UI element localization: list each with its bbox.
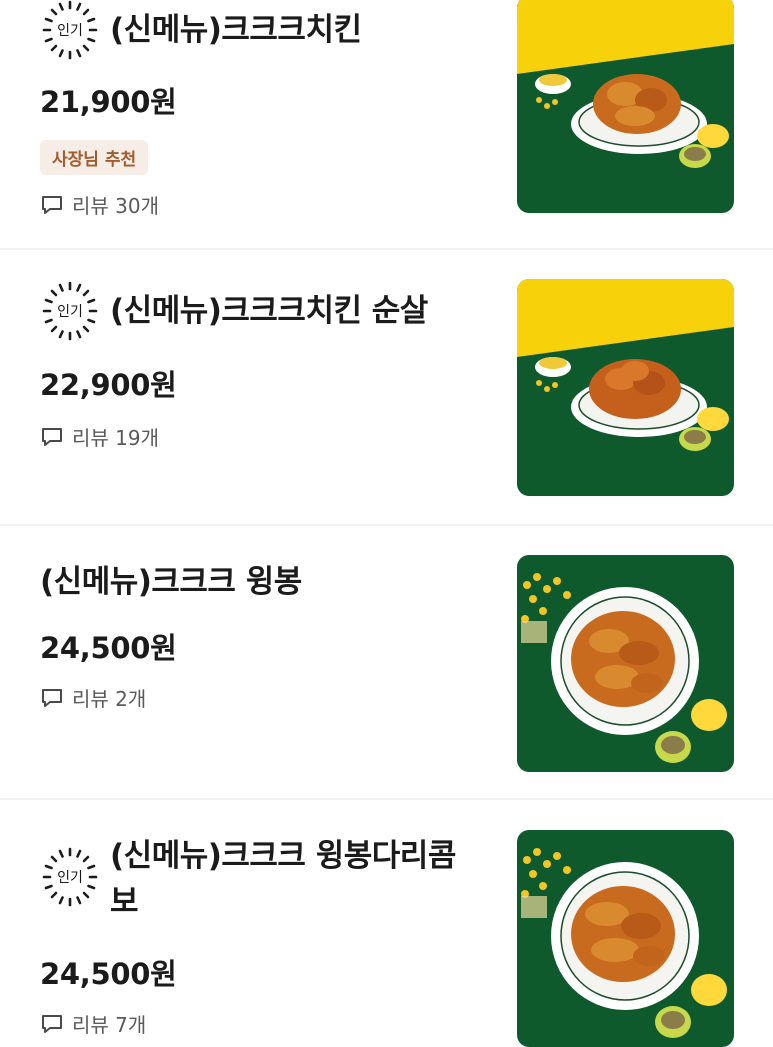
review-count: 30개 xyxy=(115,194,160,218)
menu-item-name: (신메뉴)크크크치킨 순살 xyxy=(110,293,428,329)
title-row: 인기 (신메뉴)크크크치킨 xyxy=(40,0,490,60)
menu-item-name: (신메뉴)크크크 윙봉 xyxy=(40,564,302,600)
comment-icon xyxy=(40,194,64,216)
review-label: 리뷰 xyxy=(72,426,109,450)
menu-item[interactable]: 인기 (신메뉴)크크크 윙봉다리콤 보 24,500원 리뷰 7개 xyxy=(0,800,773,1047)
menu-item-image[interactable] xyxy=(517,279,734,496)
title-row: (신메뉴)크크크 윙봉 xyxy=(40,559,490,605)
review-info: 리뷰 2개 xyxy=(40,683,146,712)
comment-icon xyxy=(40,687,64,709)
menu-item-info: 인기 (신메뉴)크크크치킨 21,900원 사장님 추천 리뷰 30개 xyxy=(40,0,490,218)
popular-label: 인기 xyxy=(57,23,83,39)
title-row: 인기 (신메뉴)크크크 윙봉다리콤 보 xyxy=(40,833,490,925)
review-label: 리뷰 xyxy=(72,1013,109,1037)
review-info: 리뷰 19개 xyxy=(40,422,159,451)
menu-item-price: 24,500원 xyxy=(40,631,177,665)
popular-label: 인기 xyxy=(57,870,83,886)
menu-item-name-line1: (신메뉴)크크크 윙봉다리콤 xyxy=(110,838,456,874)
menu-item-name: (신메뉴)크크크 윙봉다리콤 보 xyxy=(110,833,456,925)
title-row: 인기 (신메뉴)크크크치킨 순살 xyxy=(40,281,490,341)
menu-item-image[interactable] xyxy=(517,830,734,1047)
review-count: 19개 xyxy=(115,426,160,450)
menu-item[interactable]: 인기 (신메뉴)크크크치킨 21,900원 사장님 추천 리뷰 30개 xyxy=(0,0,773,248)
review-label: 리뷰 xyxy=(72,687,109,711)
menu-item-name: (신메뉴)크크크치킨 xyxy=(110,12,362,48)
review-label: 리뷰 xyxy=(72,194,109,218)
menu-item-image[interactable] xyxy=(517,555,734,772)
menu-item-name-line2: 보 xyxy=(110,884,139,920)
menu-item[interactable]: (신메뉴)크크크 윙봉 24,500원 리뷰 2개 xyxy=(0,526,773,798)
menu-item-info: (신메뉴)크크크 윙봉 24,500원 리뷰 2개 xyxy=(40,559,490,711)
menu-item[interactable]: 인기 (신메뉴)크크크치킨 순살 22,900원 리뷰 19개 xyxy=(0,250,773,524)
menu-item-price: 24,500원 xyxy=(40,957,177,991)
recommend-tag: 사장님 추천 xyxy=(40,140,149,175)
comment-icon xyxy=(40,1013,64,1035)
menu-item-price: 21,900원 xyxy=(40,85,177,119)
menu-item-info: 인기 (신메뉴)크크크 윙봉다리콤 보 24,500원 리뷰 7개 xyxy=(40,833,490,1037)
comment-icon xyxy=(40,426,64,448)
menu-item-info: 인기 (신메뉴)크크크치킨 순살 22,900원 리뷰 19개 xyxy=(40,281,490,450)
popular-badge-icon: 인기 xyxy=(40,847,100,907)
menu-item-image[interactable] xyxy=(517,0,734,213)
review-count: 2개 xyxy=(115,687,147,711)
review-info: 리뷰 30개 xyxy=(40,190,159,219)
menu-item-price: 22,900원 xyxy=(40,368,177,402)
review-info: 리뷰 7개 xyxy=(40,1009,146,1038)
popular-label: 인기 xyxy=(57,304,83,320)
popular-badge-icon: 인기 xyxy=(40,0,100,60)
popular-badge-icon: 인기 xyxy=(40,281,100,341)
review-count: 7개 xyxy=(115,1013,147,1037)
